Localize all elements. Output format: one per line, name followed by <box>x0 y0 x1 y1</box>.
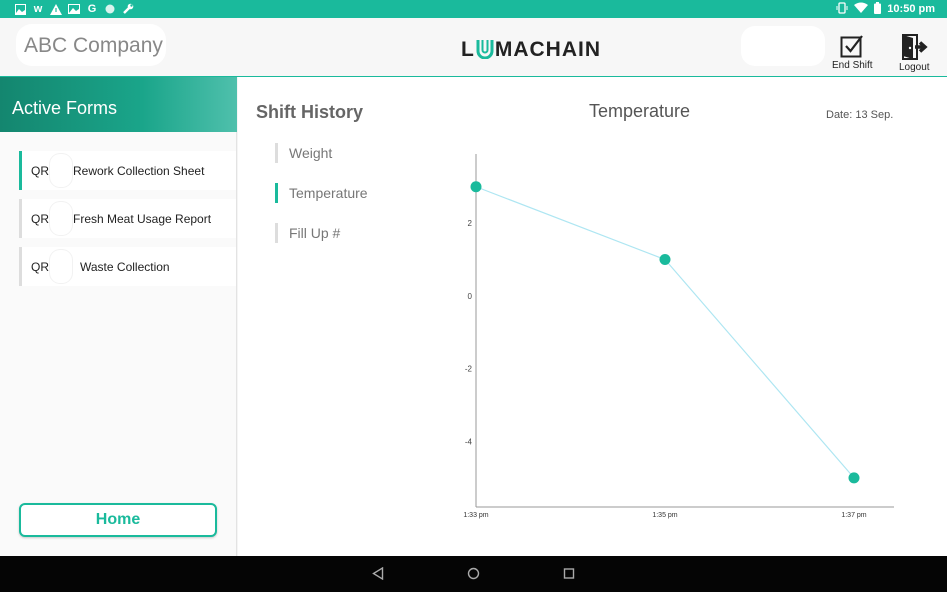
end-shift-label: End Shift <box>832 60 873 71</box>
brand-suffix: MACHAIN <box>494 38 601 61</box>
form-name: Waste Collection <box>80 260 170 274</box>
form-id-mask <box>50 202 72 235</box>
battery-icon <box>874 1 882 17</box>
active-forms-title: Active Forms <box>0 77 237 132</box>
logout-button[interactable]: Logout <box>899 34 930 73</box>
y-ticks: 2 0 -2 -4 <box>465 219 473 446</box>
brand-prefix: L <box>461 38 475 61</box>
status-icons-right: 10:50 pm <box>836 1 935 17</box>
y-tick-label: 0 <box>468 292 473 301</box>
home-icon[interactable] <box>467 567 480 585</box>
image-icon <box>14 3 26 15</box>
form-name: Fresh Meat Usage Report <box>73 212 212 226</box>
sidebar: Active Forms QR- Rework Collection Sheet… <box>0 77 237 556</box>
data-point <box>470 181 482 193</box>
x-tick-label: 1:33 pm <box>463 512 488 519</box>
temperature-chart: 2 0 -2 -4 1:33 pm 1:35 pm 1:37 pm <box>463 154 894 519</box>
vibrate-icon <box>836 1 848 17</box>
warning-icon <box>50 3 62 15</box>
form-name: Rework Collection Sheet <box>73 164 205 178</box>
back-icon[interactable] <box>372 566 384 585</box>
data-points <box>470 181 860 484</box>
status-icons-left: w G <box>14 2 134 16</box>
form-id-mask <box>50 250 72 283</box>
photo-icon <box>68 3 80 15</box>
home-button[interactable]: Home <box>19 503 217 537</box>
user-pill <box>741 26 825 66</box>
recents-icon[interactable] <box>563 567 575 585</box>
data-point <box>848 472 860 484</box>
form-id-mask <box>50 154 72 187</box>
x-tick-label: 1:37 pm <box>841 512 866 519</box>
brand-logo: L MACHAIN <box>461 38 601 62</box>
wrench-icon <box>122 3 134 15</box>
series-line <box>475 186 855 479</box>
x-ticks: 1:33 pm 1:35 pm 1:37 pm <box>463 512 866 519</box>
end-shift-button[interactable]: End Shift <box>832 34 873 71</box>
app-header: ABC Company L MACHAIN End Shift Logout <box>0 18 947 77</box>
y-tick-label: 2 <box>468 219 473 228</box>
google-icon: G <box>87 3 97 15</box>
status-bar: w G 10:50 pm <box>0 0 947 18</box>
x-tick-label: 1:35 pm <box>652 512 677 519</box>
form-item-fresh-meat[interactable]: QR- Fresh Meat Usage Report <box>19 199 236 238</box>
logout-icon <box>902 34 928 60</box>
system-nav-bar <box>0 556 947 592</box>
main-panel: Shift History Weight Temperature Fill Up… <box>238 77 947 556</box>
logout-label: Logout <box>899 62 930 73</box>
form-item-waste[interactable]: QR- Waste Collection <box>19 247 236 286</box>
company-name: ABC Company <box>16 24 166 66</box>
y-tick-label: -4 <box>465 437 473 446</box>
w-icon: w <box>33 3 43 15</box>
wifi-icon <box>854 2 869 17</box>
y-tick-label: -2 <box>465 365 473 374</box>
status-time: 10:50 pm <box>887 3 935 15</box>
checkbox-icon <box>840 35 864 58</box>
form-item-rework[interactable]: QR- Rework Collection Sheet <box>19 151 236 190</box>
circle-icon <box>104 3 116 15</box>
data-point <box>659 254 671 266</box>
brand-u-icon <box>476 40 494 59</box>
